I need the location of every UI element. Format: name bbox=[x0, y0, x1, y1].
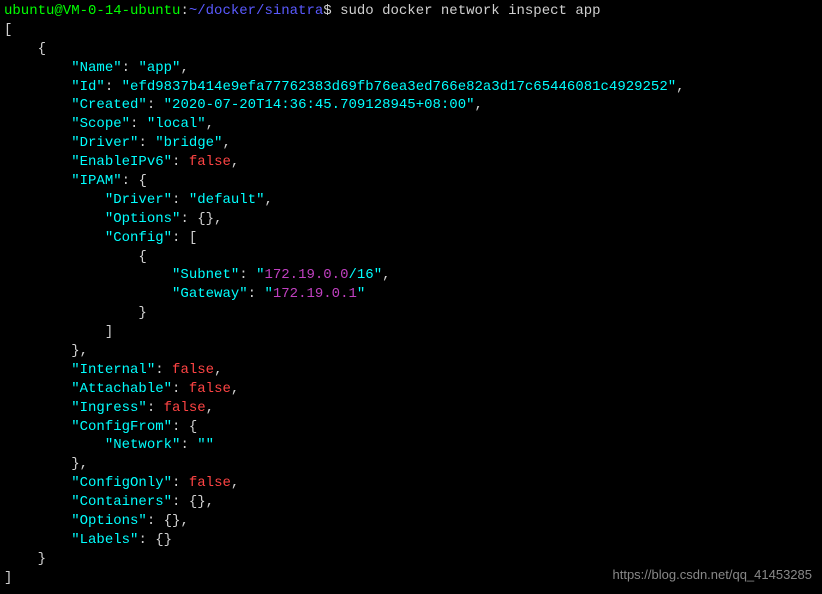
name-val: "app" bbox=[138, 60, 180, 76]
json-line bbox=[4, 362, 71, 378]
options-key: "Options" bbox=[71, 513, 147, 529]
brace-close: } bbox=[4, 551, 46, 567]
json-line bbox=[4, 400, 71, 416]
ipam-key: "IPAM" bbox=[71, 173, 121, 189]
json-line: }, bbox=[4, 456, 88, 472]
json-line bbox=[4, 267, 172, 283]
json-line: } bbox=[4, 305, 147, 321]
subnet-suffix: /16" bbox=[348, 267, 382, 283]
json-line bbox=[4, 135, 71, 151]
watermark-text: https://blog.csdn.net/qq_41453285 bbox=[613, 566, 813, 584]
id-val: "efd9837b414e9efa77762383d69fb76ea3ed766… bbox=[122, 79, 677, 95]
ipam-driver-key: "Driver" bbox=[105, 192, 172, 208]
json-line bbox=[4, 116, 71, 132]
configonly-key: "ConfigOnly" bbox=[71, 475, 172, 491]
created-val: "2020-07-20T14:36:45.709128945+08:00" bbox=[164, 97, 475, 113]
labels-key: "Labels" bbox=[71, 532, 138, 548]
scope-val: "local" bbox=[147, 116, 206, 132]
json-line: { bbox=[4, 249, 147, 265]
json-line bbox=[4, 154, 71, 170]
gateway-end: " bbox=[357, 286, 365, 302]
json-line bbox=[4, 286, 172, 302]
json-line: ] bbox=[4, 324, 113, 340]
json-line bbox=[4, 532, 71, 548]
json-line bbox=[4, 494, 71, 510]
prompt-sep1: : bbox=[180, 3, 188, 19]
subnet-ip: 172.19.0.0 bbox=[264, 267, 348, 283]
gateway-ip: 172.19.0.1 bbox=[273, 286, 357, 302]
subnet-key: "Subnet" bbox=[172, 267, 239, 283]
prompt-path: ~/docker/sinatra bbox=[189, 3, 323, 19]
name-key: "Name" bbox=[71, 60, 121, 76]
false-val: false bbox=[189, 154, 231, 170]
brace-open: { bbox=[4, 41, 46, 57]
ingress-key: "Ingress" bbox=[71, 400, 147, 416]
network-val: "" bbox=[197, 437, 214, 453]
driver-key: "Driver" bbox=[71, 135, 138, 151]
false-val: false bbox=[189, 381, 231, 397]
json-line bbox=[4, 437, 105, 453]
json-line bbox=[4, 475, 71, 491]
id-key: "Id" bbox=[71, 79, 105, 95]
driver-val: "bridge" bbox=[155, 135, 222, 151]
json-line: }, bbox=[4, 343, 88, 359]
network-key: "Network" bbox=[105, 437, 181, 453]
json-line bbox=[4, 513, 71, 529]
command-text: sudo docker network inspect app bbox=[340, 3, 600, 19]
bracket-close: ] bbox=[4, 570, 12, 586]
gateway-key: "Gateway" bbox=[172, 286, 248, 302]
terminal-output[interactable]: ubuntu@VM-0-14-ubuntu:~/docker/sinatra$ … bbox=[4, 2, 818, 588]
ipam-options-key: "Options" bbox=[105, 211, 181, 227]
json-line bbox=[4, 192, 105, 208]
enableipv6-key: "EnableIPv6" bbox=[71, 154, 172, 170]
json-line bbox=[4, 60, 71, 76]
bracket-open: [ bbox=[4, 22, 12, 38]
prompt-sep2: $ bbox=[323, 3, 340, 19]
json-line bbox=[4, 173, 71, 189]
containers-key: "Containers" bbox=[71, 494, 172, 510]
internal-key: "Internal" bbox=[71, 362, 155, 378]
json-line bbox=[4, 211, 105, 227]
ipam-config-key: "Config" bbox=[105, 230, 172, 246]
ipam-driver-val: "default" bbox=[189, 192, 265, 208]
scope-key: "Scope" bbox=[71, 116, 130, 132]
created-key: "Created" bbox=[71, 97, 147, 113]
prompt-user-host: ubuntu@VM-0-14-ubuntu bbox=[4, 3, 180, 19]
json-line bbox=[4, 79, 71, 95]
json-line bbox=[4, 381, 71, 397]
json-line bbox=[4, 419, 71, 435]
false-val: false bbox=[164, 400, 206, 416]
attachable-key: "Attachable" bbox=[71, 381, 172, 397]
json-line bbox=[4, 97, 71, 113]
false-val: false bbox=[189, 475, 231, 491]
false-val: false bbox=[172, 362, 214, 378]
configfrom-key: "ConfigFrom" bbox=[71, 419, 172, 435]
gateway-q: " bbox=[264, 286, 272, 302]
json-line bbox=[4, 230, 105, 246]
